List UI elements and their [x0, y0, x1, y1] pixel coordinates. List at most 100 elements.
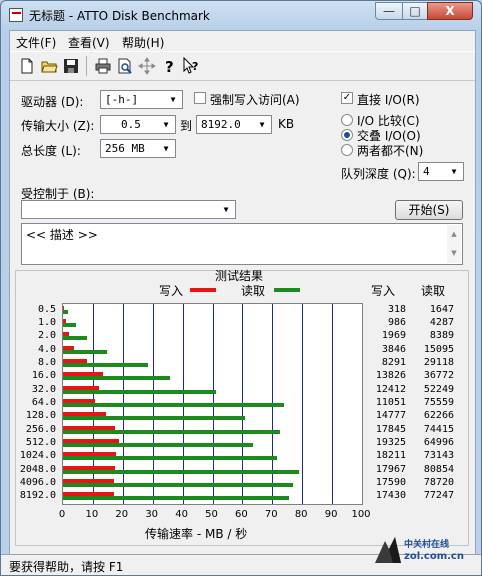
total-length-label: 总长度 (L): [21, 144, 81, 158]
drive-select[interactable]: [-h-] ▼ [100, 90, 183, 109]
legend-write-label: 写入 [159, 284, 184, 298]
read-bar [63, 483, 293, 487]
menu-bar: 文件(F) 查看(V) 帮助(H) [10, 31, 475, 51]
read-bar [63, 376, 171, 381]
menu-view[interactable]: 查看(V) [68, 34, 110, 51]
chevron-down-icon: ▼ [259, 120, 265, 129]
watermark-url: zol.com.cn [404, 551, 464, 562]
x-tick-label: 90 [324, 509, 338, 520]
read-value: 15095 [423, 343, 454, 355]
force-write-checkbox[interactable] [194, 92, 206, 104]
x-tick-label: 30 [145, 509, 159, 520]
neither-radio[interactable] [341, 144, 353, 156]
read-value: 78720 [423, 477, 454, 488]
y-tick-label: 2048.0 [19, 463, 56, 475]
read-bar [63, 389, 216, 394]
description-field[interactable]: << 描述 >> ▲ ▼ [21, 223, 463, 265]
chevron-down-icon: ▼ [451, 167, 457, 176]
x-tick-label: 10 [85, 509, 99, 520]
total-length-select[interactable]: 256 MB ▼ [100, 139, 176, 158]
context-help-icon[interactable]: ? [182, 57, 200, 75]
start-button[interactable]: 开始(S) [395, 200, 463, 220]
x-axis-label: 传输速率 - MB / 秒 [145, 527, 248, 541]
y-tick-label: 1.0 [37, 317, 56, 328]
read-bar [63, 416, 245, 421]
gridline [302, 304, 303, 504]
title-bar[interactable]: 无标题 - ATTO Disk Benchmark — □ X [1, 1, 481, 29]
read-bar [63, 336, 88, 341]
overlap-io-radio[interactable] [341, 129, 353, 141]
svg-text:?: ? [192, 60, 198, 73]
maximize-button[interactable]: □ [402, 2, 428, 20]
transfer-from-select[interactable]: 0.5 ▼ [100, 115, 176, 134]
write-value: 17967 [375, 463, 406, 475]
y-tick-label: 1024.0 [19, 450, 56, 462]
legend-write-swatch [190, 288, 216, 292]
description-text: << 描述 >> [26, 228, 98, 242]
write-value: 12412 [375, 383, 406, 395]
io-compare-radio[interactable] [341, 114, 353, 126]
read-bar [63, 309, 68, 314]
open-icon[interactable] [40, 57, 58, 75]
watermark-brand: 中关村在线 [404, 540, 450, 550]
toolbar-separator [86, 56, 87, 76]
x-tick-label: 80 [294, 509, 308, 520]
read-value: 80854 [423, 463, 454, 475]
x-tick-label: 100 [351, 509, 371, 520]
kb-label: KB [278, 117, 295, 131]
write-value: 3846 [381, 343, 406, 355]
write-value: 17430 [375, 490, 406, 502]
y-tick-label: 8192.0 [19, 490, 56, 502]
status-bar: 要获得帮助，请按 F1 中关村在线 zol.com.cn [1, 537, 481, 575]
total-length-value: 256 MB [105, 142, 145, 155]
write-value: 18211 [375, 450, 406, 462]
col-read-header: 读取 [421, 284, 446, 298]
read-value: 73143 [423, 450, 454, 462]
menu-file[interactable]: 文件(F) [16, 34, 56, 51]
to-label: 到 [180, 119, 193, 133]
chart-plot-area [62, 303, 363, 505]
svg-text:?: ? [165, 58, 174, 75]
read-value: 62266 [423, 410, 454, 422]
read-value: 8389 [429, 330, 454, 342]
y-tick-label: 4096.0 [19, 477, 56, 488]
x-tick-label: 60 [235, 509, 248, 520]
write-value: 986 [387, 317, 406, 328]
minimize-button[interactable]: — [375, 2, 403, 20]
write-value: 1969 [381, 330, 406, 342]
col-write-header: 写入 [371, 284, 396, 298]
close-button[interactable]: X [427, 2, 473, 20]
app-window: 无标题 - ATTO Disk Benchmark — □ X 文件(F) 查看… [0, 0, 482, 576]
y-tick-label: 128.0 [25, 410, 56, 422]
save-icon[interactable] [62, 57, 80, 75]
transfer-from-value: 0.5 [121, 118, 141, 131]
chevron-down-icon: ▼ [170, 95, 176, 104]
new-icon[interactable] [18, 57, 36, 75]
menu-help[interactable]: 帮助(H) [122, 34, 164, 51]
help-icon[interactable]: ? [160, 57, 178, 75]
drive-value: [-h-] [105, 93, 139, 106]
x-tick-label: 20 [115, 509, 129, 520]
read-value: 64996 [423, 437, 454, 448]
write-value: 17845 [375, 423, 406, 435]
move-icon[interactable] [138, 57, 156, 75]
x-tick-label: 70 [264, 509, 278, 520]
queue-depth-select[interactable]: 4 ▼ [418, 162, 464, 181]
controlled-by-select[interactable]: ▼ [21, 200, 236, 219]
direct-io-checkbox[interactable]: ✓ [341, 92, 353, 104]
print-icon[interactable] [94, 57, 112, 75]
y-tick-label: 32.0 [31, 383, 56, 395]
write-value: 13826 [375, 370, 406, 382]
y-tick-label: 256.0 [25, 423, 56, 435]
status-text: 要获得帮助，请按 F1 [9, 560, 124, 574]
write-value: 8291 [381, 357, 406, 368]
print-preview-icon[interactable] [116, 57, 134, 75]
transfer-to-select[interactable]: 8192.0 ▼ [196, 115, 272, 134]
neither-label: 两者都不(N) [357, 144, 424, 158]
y-tick-label: 2.0 [37, 330, 56, 342]
description-scrollbar[interactable]: ▲ ▼ [447, 225, 461, 263]
read-bar [63, 349, 108, 354]
write-value: 19325 [375, 437, 406, 448]
read-value: 52249 [423, 383, 454, 395]
transfer-to-value: 8192.0 [201, 118, 241, 131]
